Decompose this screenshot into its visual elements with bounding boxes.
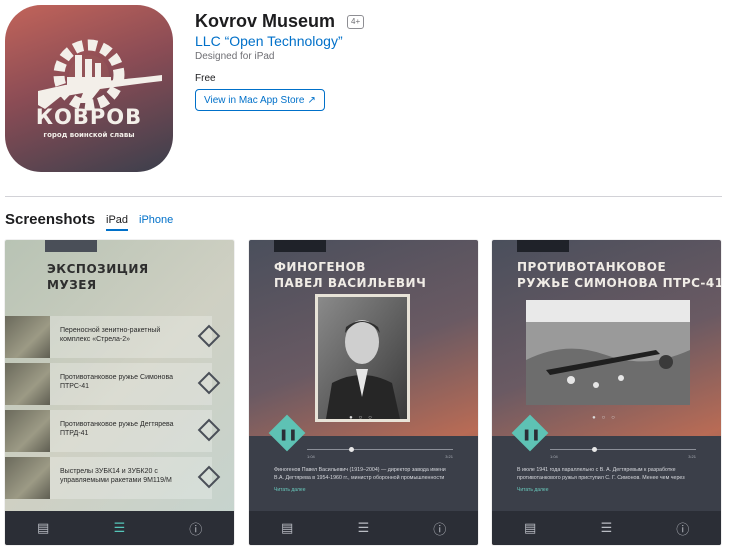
list-item-label: Противотанковое ружье Дегтярева ПТРД-41 [60,421,174,437]
read-more-link[interactable]: Читать далее [274,487,306,493]
time-start: 1:04 [550,454,558,459]
read-more-link[interactable]: Читать далее [517,487,549,493]
tray-icon: ▤ [37,520,50,535]
info-icon: ⓘ [676,521,690,537]
list-item-label: Выстрелы 3УБК14 и 3УБК20 с управляемыми … [60,468,172,484]
progress-track[interactable] [307,447,453,452]
tab-iphone[interactable]: iPhone [139,214,173,226]
app-icon: КОВРОВ город воинской славы [5,5,173,172]
screenshot-1[interactable]: ЭКСПОЗИЦИЯ МУЗЕЯ Переносной зенитно-раке… [5,240,234,545]
heading-line: ЭКСПОЗИЦИЯ [47,262,149,276]
list-icon: ☰ [600,520,613,535]
heading-line: ПАВЕЛ ВАСИЛЬЕВИЧ [274,276,427,290]
info-icon: ⓘ [189,521,203,537]
heading-line: РУЖЬЕ СИМОНОВА ПТРС-41 [517,276,721,290]
list-icon: ☰ [113,520,126,535]
list-icon: ☰ [357,520,370,535]
progress-knob[interactable] [592,447,597,452]
list-item[interactable]: Противотанковое ружье Дегтярева ПТРД-41 [5,410,234,452]
heading-line: ФИНОГЕНОВ [274,260,366,274]
progress-track[interactable] [550,447,696,452]
header-strip [517,240,569,252]
thumbnail [5,457,50,499]
age-rating-badge: 4+ [347,14,365,29]
tab-ipad[interactable]: iPad [106,214,129,231]
thumbnail [5,363,50,405]
developer-link[interactable]: LLC “Open Technology” [195,33,343,49]
store-button-label: View in Mac App Store [204,94,305,106]
thumbnail [5,410,50,452]
app-tabbar: ▤ ☰ ⓘ [492,511,721,545]
audio-player: ❚❚ 1:04 3:21 Финогенов Павел Васильевич … [249,414,478,511]
arrow-up-right-icon: ↗ [307,94,316,106]
heading-line: ПРОТИВОТАНКОВОЕ [517,260,667,274]
field-photo [526,300,690,405]
header-strip [45,240,97,252]
gear-rifle-emblem-icon [38,39,162,111]
info-icon: ⓘ [433,521,447,537]
thumbnail [5,316,50,358]
title-row: Kovrov Museum 4+ [195,11,365,32]
screenshots-heading: Screenshots [5,211,96,228]
tray-icon: ▤ [524,520,537,535]
description-text: В июле 1941 года параллельно с В. А. Дег… [517,467,685,481]
time-labels: 1:04 3:21 [307,454,453,459]
app-tabbar: ▤ ☰ ⓘ [5,511,234,545]
view-in-store-button[interactable]: View in Mac App Store ↗ [195,89,325,111]
time-start: 1:04 [307,454,315,459]
screenshot-2[interactable]: ФИНОГЕНОВ ПАВЕЛ ВАСИЛЬЕВИЧ ●○○ ❚❚ 1:04 3… [249,240,478,545]
time-labels: 1:04 3:21 [550,454,696,459]
list-item-label: Противотанковое ружье Симонова ПТРС-41 [60,374,173,390]
time-end: 3:21 [688,454,696,459]
audio-player: ❚❚ 1:04 3:21 В июле 1941 года параллельн… [492,414,721,511]
screenshot-heading: ЭКСПОЗИЦИЯ МУЗЕЯ [47,261,149,293]
list-item[interactable]: Выстрелы 3УБК14 и 3УБК20 с управляемыми … [5,457,234,499]
tray-icon: ▤ [281,520,294,535]
portrait-photo [315,294,410,422]
heading-line: МУЗЕЯ [47,278,97,292]
screenshot-3[interactable]: ПРОТИВОТАНКОВОЕ РУЖЬЕ СИМОНОВА ПТРС-41 ●… [492,240,721,545]
list-item-label: Переносной зенитно-ракетный комплекс «Ст… [60,327,161,343]
list-item[interactable]: Переносной зенитно-ракетный комплекс «Ст… [5,316,234,358]
pause-icon: ❚❚ [522,429,541,441]
app-tabbar: ▤ ☰ ⓘ [249,511,478,545]
icon-subtitle: город воинской славы [43,131,135,139]
screenshot-heading: ПРОТИВОТАНКОВОЕ РУЖЬЕ СИМОНОВА ПТРС-41 [517,259,721,291]
designed-for: Designed for iPad [195,51,275,62]
divider [5,196,722,197]
progress-knob[interactable] [349,447,354,452]
header-strip [274,240,326,252]
exhibit-list: Переносной зенитно-ракетный комплекс «Ст… [5,316,234,504]
price: Free [195,73,216,84]
list-item[interactable]: Противотанковое ружье Симонова ПТРС-41 [5,363,234,405]
time-end: 3:21 [445,454,453,459]
app-title: Kovrov Museum [195,11,336,31]
description-text: Финогенов Павел Васильевич (1919–2004) —… [274,467,446,481]
screenshot-heading: ФИНОГЕНОВ ПАВЕЛ ВАСИЛЬЕВИЧ [274,259,426,291]
icon-wordmark: КОВРОВ [35,105,143,129]
pause-icon: ❚❚ [279,429,298,441]
